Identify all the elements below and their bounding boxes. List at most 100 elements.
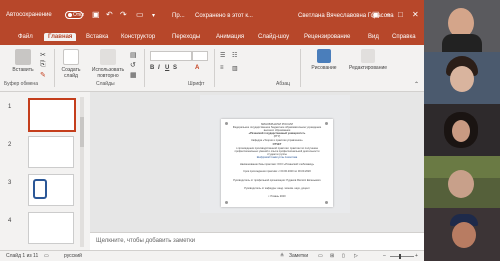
new-slide-button[interactable]: Создать слайд <box>58 49 84 79</box>
thumbnail-slide-2[interactable] <box>28 136 74 168</box>
normal-view-icon[interactable]: ▭ <box>318 253 323 259</box>
drawing-label: Рисование <box>311 65 337 71</box>
tab-slideshow[interactable]: Слайд-шоу <box>258 34 289 40</box>
thumbnail-number: 1 <box>8 104 12 110</box>
current-slide[interactable]: МИНОБРНАУКИ РОССИИ Федеральное государст… <box>200 95 350 213</box>
slideshow-icon[interactable]: ▷ <box>354 253 358 259</box>
thumbnails-scrollbar[interactable] <box>80 97 84 247</box>
save-status[interactable]: Сохранено в этот к... <box>195 13 253 19</box>
columns-icon[interactable]: ▥ <box>232 65 238 72</box>
language-indicator[interactable]: русский <box>64 253 82 259</box>
font-size-box[interactable] <box>192 51 208 61</box>
ribbon-display-icon[interactable]: ▣ <box>372 10 380 19</box>
participant-face <box>452 222 476 248</box>
tab-transitions[interactable]: Переходы <box>172 34 200 40</box>
align-icon[interactable]: ≡ <box>220 65 224 71</box>
powerpoint-window: Автосохранение Откл ▣ ↶ ↷ ▭ ▾ Пр... Сохр… <box>0 0 424 261</box>
present-icon[interactable]: ▭ <box>136 10 144 19</box>
slide-text-line: г. Рязань 2020 <box>268 195 286 198</box>
thumbnail-slide-4[interactable] <box>28 212 74 244</box>
tab-view[interactable]: Вид <box>368 34 379 40</box>
video-tile[interactable] <box>424 52 500 104</box>
save-icon[interactable]: ▣ <box>92 10 100 19</box>
autosave-label: Автосохранение <box>6 12 52 18</box>
ribbon-tabs: Файл Главная Вставка Конструктор Переход… <box>0 33 424 45</box>
numbering-icon[interactable]: ☷ <box>232 52 237 59</box>
tab-review[interactable]: Рецензирование <box>304 34 350 40</box>
font-color-icon[interactable]: A <box>195 65 199 71</box>
undo-icon[interactable]: ↶ <box>106 10 113 19</box>
collapse-ribbon-icon[interactable]: ⌃ <box>414 81 419 88</box>
search-icon <box>361 49 375 63</box>
video-tile[interactable] <box>424 208 500 261</box>
clipboard-icon <box>15 49 31 65</box>
slide-canvas: МИНОБРНАУКИ РОССИИ Федеральное государст… <box>90 92 424 232</box>
tab-insert[interactable]: Вставка <box>86 34 108 40</box>
video-tile[interactable] <box>424 0 500 52</box>
reading-view-icon[interactable]: ▯ <box>342 253 345 259</box>
slide-text-line: Срок прохождения практики: с 00.00.2020 … <box>243 170 311 173</box>
notes-toggle-button[interactable]: Заметки <box>289 253 308 259</box>
thumbnail-number: 2 <box>8 142 12 148</box>
divider <box>300 49 301 87</box>
zoom-slider-knob[interactable] <box>399 254 401 259</box>
maximize-icon[interactable]: □ <box>398 10 403 19</box>
tab-home[interactable]: Главная <box>44 33 77 41</box>
zoom-out-icon[interactable]: – <box>383 253 386 259</box>
section-icon[interactable]: ▦ <box>130 71 137 79</box>
reuse-slides-button[interactable]: Использовать повторно <box>88 49 128 79</box>
slide-text-line: (РГУ) <box>273 135 281 138</box>
slide-counter: Слайд 1 из 11 <box>6 253 39 259</box>
cut-icon[interactable]: ✂ <box>40 51 46 59</box>
participant-face <box>448 170 474 198</box>
slide-text-line: Руководитель от профильной организации: … <box>233 179 321 182</box>
pin-icon <box>225 201 228 204</box>
group-clipboard: Буфер обмена <box>4 81 38 87</box>
accessibility-icon[interactable]: ▭ <box>44 253 49 259</box>
slide-text-line: Шифровой Самигуллы Азизотова <box>256 156 298 159</box>
close-icon[interactable]: ✕ <box>412 10 419 19</box>
video-tile[interactable] <box>424 156 500 208</box>
font-name-box[interactable] <box>150 51 192 61</box>
paste-button[interactable]: Вставить <box>10 49 36 73</box>
italic-icon[interactable]: I <box>158 65 160 71</box>
notes-pane[interactable]: Щелкните, чтобы добавить заметки <box>90 232 424 251</box>
slide-thumbnails-pane: 1 2 3 4 <box>0 92 88 252</box>
slide-sorter-icon[interactable]: ⊞ <box>330 253 334 259</box>
slide-text-line: Руководитель от кафедры: канд. эконом. н… <box>244 187 310 190</box>
copy-icon[interactable]: ⎘ <box>40 61 46 69</box>
bullets-icon[interactable]: ☰ <box>220 52 225 59</box>
zoom-slider[interactable] <box>390 256 414 257</box>
zoom-in-icon[interactable]: + <box>415 253 418 259</box>
tab-design[interactable]: Конструктор <box>121 34 155 40</box>
new-slide-label: Создать слайд <box>61 67 81 79</box>
tab-animations[interactable]: Анимация <box>216 34 244 40</box>
status-bar: Слайд 1 из 11 ▭ русский ≜ Заметки ▭ ⊞ ▯ … <box>0 250 424 261</box>
slide-text-line: ОТЧЕТ <box>272 143 282 146</box>
tab-help[interactable]: Справка <box>392 34 416 40</box>
video-tile[interactable] <box>424 104 500 156</box>
participant-face <box>450 66 474 92</box>
layout-icon[interactable]: ▤ <box>130 51 137 59</box>
group-paragraph: Абзац <box>276 81 291 87</box>
tab-file[interactable]: Файл <box>18 34 33 40</box>
editing-button[interactable]: Редактирование <box>346 49 390 71</box>
shadow-icon[interactable]: S <box>173 65 177 71</box>
slide-text-line: Кафедра «Теории и практики управления» <box>251 139 303 142</box>
thumbnail-slide-3[interactable] <box>28 174 74 206</box>
thumbnail-slide-1[interactable] <box>28 98 76 132</box>
drawing-button[interactable]: Рисование <box>306 49 342 71</box>
scrollbar-thumb[interactable] <box>80 117 84 147</box>
divider <box>214 49 215 87</box>
bold-icon[interactable]: B <box>150 65 154 71</box>
customize-quick-access-icon[interactable]: ▾ <box>152 12 155 19</box>
notes-icon[interactable]: ≜ <box>280 253 284 259</box>
reset-icon[interactable]: ↺ <box>130 61 136 69</box>
editing-label: Редактирование <box>348 65 388 71</box>
title-bar: Автосохранение Откл ▣ ↶ ↷ ▭ ▾ Пр... Сохр… <box>0 0 424 33</box>
underline-icon[interactable]: U <box>165 65 169 71</box>
format-painter-icon[interactable]: ✎ <box>40 71 46 79</box>
minimize-icon[interactable]: – <box>386 10 390 19</box>
redo-icon[interactable]: ↷ <box>120 10 127 19</box>
notes-placeholder: Щелкните, чтобы добавить заметки <box>96 238 196 244</box>
